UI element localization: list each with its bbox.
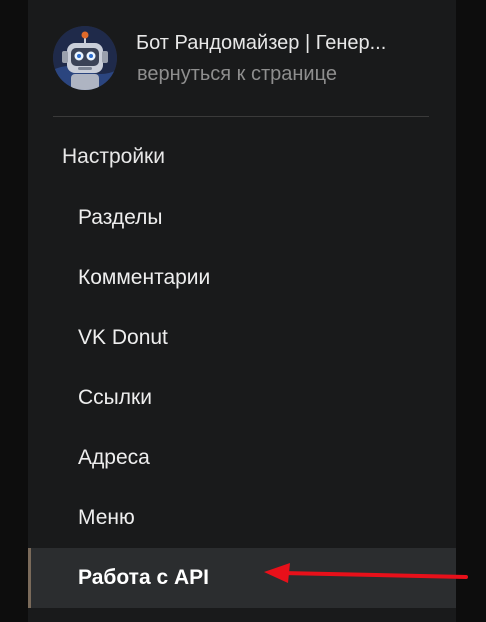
back-to-page-link[interactable]: вернуться к странице — [137, 63, 337, 86]
nav-item-addresses[interactable]: Адреса — [28, 428, 456, 488]
settings-section-title: Настройки — [62, 145, 165, 168]
nav-item-label: VK Donut — [78, 326, 168, 349]
nav-item-label: Работа с API — [78, 566, 210, 589]
nav-item-links[interactable]: Ссылки — [28, 368, 456, 428]
nav-item-label: Ссылки — [78, 386, 152, 409]
red-arrow-annotation — [264, 563, 468, 583]
nav-item-label: Адреса — [78, 446, 150, 469]
nav-item-label: Меню — [78, 506, 135, 529]
nav-item-vk-donut[interactable]: VK Donut — [28, 308, 456, 368]
nav-item-label: Комментарии — [78, 266, 211, 289]
community-header: Бот Рандомайзер | Генер... вернуться к с… — [53, 26, 453, 90]
nav-item-label: Разделы — [78, 206, 163, 229]
robot-icon — [53, 26, 117, 90]
community-avatar[interactable] — [53, 26, 117, 90]
community-title: Бот Рандомайзер | Генер... — [136, 32, 387, 54]
nav-item-comments[interactable]: Комментарии — [28, 248, 456, 308]
nav-item-menu[interactable]: Меню — [28, 488, 456, 548]
nav-item-sections[interactable]: Разделы — [28, 188, 456, 248]
header-divider — [53, 116, 429, 117]
